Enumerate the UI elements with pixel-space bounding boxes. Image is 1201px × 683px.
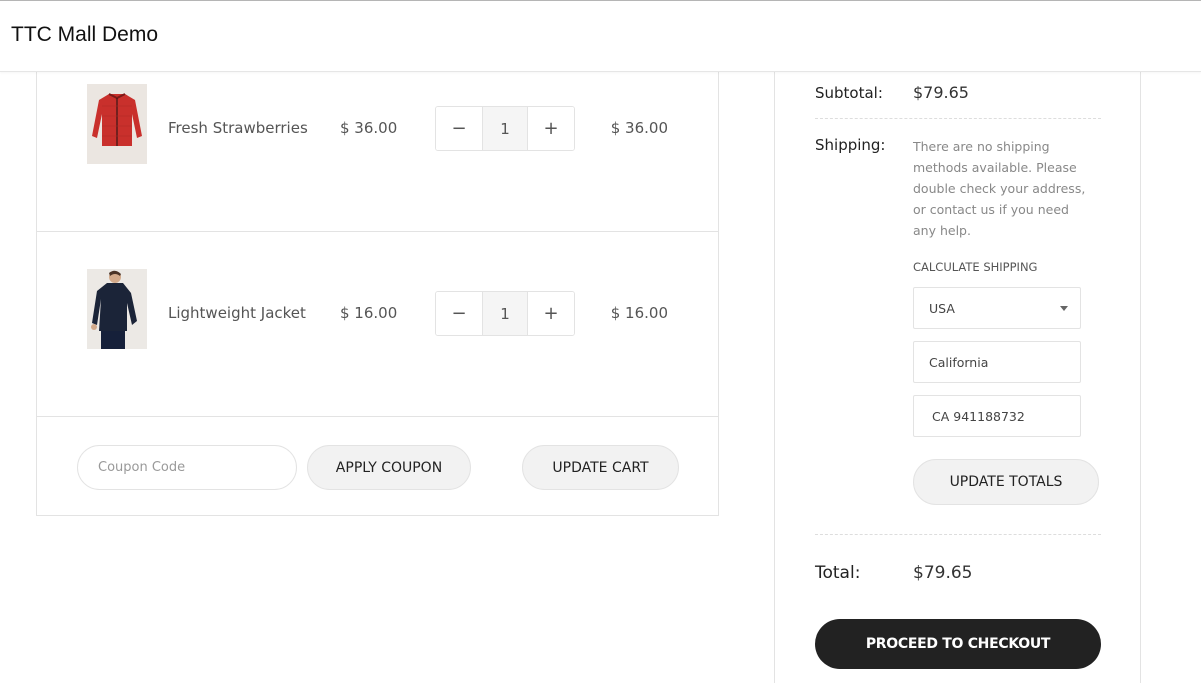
product-price: $ 36.00: [340, 119, 398, 137]
product-name[interactable]: Fresh Strawberries: [168, 119, 308, 137]
zip-input[interactable]: CA 941188732: [913, 395, 1081, 437]
apply-coupon-button[interactable]: APPLY COUPON: [307, 445, 471, 490]
country-select[interactable]: USA: [913, 287, 1081, 329]
increase-quantity-button[interactable]: +: [528, 107, 574, 150]
divider: [815, 118, 1101, 119]
subtotal-value: $79.65: [913, 83, 969, 102]
decrease-quantity-button[interactable]: −: [436, 292, 482, 335]
shipping-label: Shipping:: [815, 136, 886, 154]
state-input[interactable]: California: [913, 341, 1081, 383]
line-total: $ 16.00: [610, 304, 668, 322]
cart-row: Fresh Strawberries $ 36.00 − 1 + $ 36.00: [37, 60, 718, 232]
product-image-red-jacket[interactable]: [87, 84, 147, 164]
product-price: $ 16.00: [340, 304, 398, 322]
coupon-code-input[interactable]: [77, 445, 297, 490]
quantity-input[interactable]: 1: [482, 107, 528, 150]
cart-row: Lightweight Jacket $ 16.00 − 1 + $ 16.00: [37, 232, 718, 417]
app-title: TTC Mall Demo: [11, 23, 159, 46]
cart-actions: APPLY COUPON UPDATE CART: [37, 417, 718, 516]
cart-table: Fresh Strawberries $ 36.00 − 1 + $ 36.00…: [36, 60, 719, 516]
total-label: Total:: [815, 563, 861, 583]
shipping-message: There are no shipping methods available.…: [913, 139, 1086, 238]
top-bar: TTC Mall Demo: [0, 0, 1201, 72]
quantity-stepper: − 1 +: [435, 106, 575, 151]
divider: [815, 534, 1101, 535]
line-total: $ 36.00: [610, 119, 668, 137]
country-value: USA: [929, 300, 955, 316]
product-name[interactable]: Lightweight Jacket: [168, 304, 306, 322]
quantity-stepper: − 1 +: [435, 291, 575, 336]
increase-quantity-button[interactable]: +: [528, 292, 574, 335]
decrease-quantity-button[interactable]: −: [436, 107, 482, 150]
update-cart-button[interactable]: UPDATE CART: [522, 445, 679, 490]
subtotal-label: Subtotal:: [815, 84, 883, 102]
proceed-to-checkout-button[interactable]: PROCEED TO CHECKOUT: [815, 619, 1101, 669]
quantity-input[interactable]: 1: [482, 292, 528, 335]
chevron-down-icon: [1060, 305, 1068, 311]
total-value: $79.65: [913, 563, 973, 583]
product-image-navy-jacket[interactable]: [87, 269, 147, 349]
update-totals-button[interactable]: UPDATE TOTALS: [913, 459, 1099, 505]
calculate-shipping-label[interactable]: CALCULATE SHIPPING: [913, 260, 1037, 274]
cart-totals-panel: Subtotal: $79.65 Shipping: There are no …: [774, 60, 1141, 683]
